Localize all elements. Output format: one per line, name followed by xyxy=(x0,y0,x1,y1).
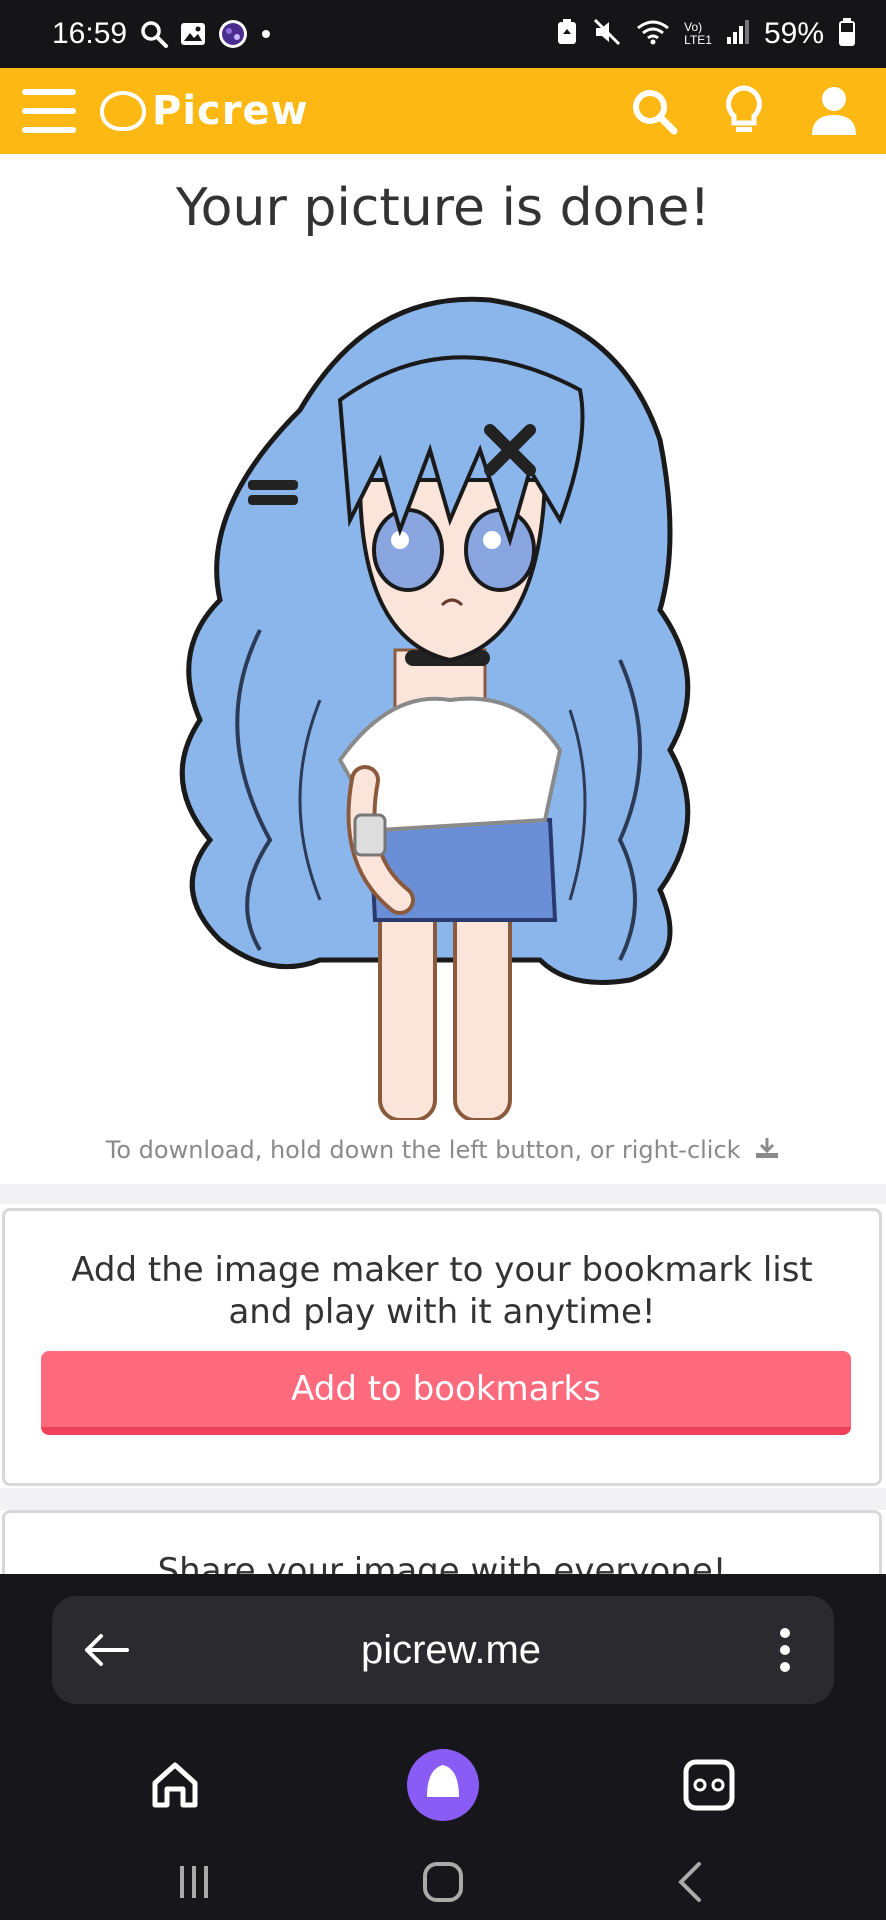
battery-percent: 59% xyxy=(763,17,824,50)
bookmark-card: Add the image maker to your bookmark lis… xyxy=(2,1208,882,1486)
section-separator xyxy=(0,1488,886,1510)
app-bar: Picrew xyxy=(0,68,886,154)
volte-icon: Vo) LTE1 xyxy=(684,21,712,47)
search-icon[interactable] xyxy=(628,85,680,137)
volte-label-bottom: LTE1 xyxy=(684,33,712,47)
recents-icon[interactable] xyxy=(154,1854,234,1910)
tabs-icon[interactable] xyxy=(664,1730,754,1840)
app-icon xyxy=(217,18,249,50)
logo-text: Picrew xyxy=(152,88,309,134)
gallery-icon xyxy=(179,20,207,48)
mute-icon xyxy=(592,17,622,51)
menu-icon[interactable] xyxy=(22,89,76,133)
lightbulb-icon[interactable] xyxy=(718,85,770,137)
home-button-icon[interactable] xyxy=(403,1854,483,1910)
url-bar[interactable]: picrew.me xyxy=(52,1596,834,1704)
url-text[interactable]: picrew.me xyxy=(132,1628,770,1673)
more-icon[interactable] xyxy=(770,1625,800,1675)
back-arrow-icon[interactable] xyxy=(82,1625,132,1675)
download-hint-text: To download, hold down the left button, … xyxy=(105,1136,741,1164)
bookmark-card-text: Add the image maker to your bookmark lis… xyxy=(71,1250,813,1332)
search-icon xyxy=(139,19,169,49)
status-bar: 16:59 Vo) LTE1 59% xyxy=(0,0,886,68)
browser-toolbar: picrew.me xyxy=(0,1574,886,1920)
character-picture[interactable] xyxy=(150,280,710,1122)
user-icon[interactable] xyxy=(808,85,860,137)
download-icon xyxy=(754,1136,780,1166)
assistant-icon[interactable] xyxy=(398,1730,488,1840)
battery-icon xyxy=(838,17,856,51)
back-icon[interactable] xyxy=(650,1854,730,1910)
home-icon[interactable] xyxy=(130,1730,220,1840)
battery-saver-icon xyxy=(556,18,578,50)
status-time: 16:59 xyxy=(52,17,128,50)
download-hint: To download, hold down the left button, … xyxy=(0,1136,886,1166)
section-separator xyxy=(0,1184,886,1204)
cat-logo-icon xyxy=(100,91,146,131)
wifi-icon xyxy=(636,18,670,50)
picrew-logo[interactable]: Picrew xyxy=(100,88,309,134)
add-to-bookmarks-button[interactable]: Add to bookmarks xyxy=(41,1351,851,1435)
page-title: Your picture is done! xyxy=(175,178,711,238)
dot-icon xyxy=(259,27,273,41)
signal-icon xyxy=(726,19,750,49)
